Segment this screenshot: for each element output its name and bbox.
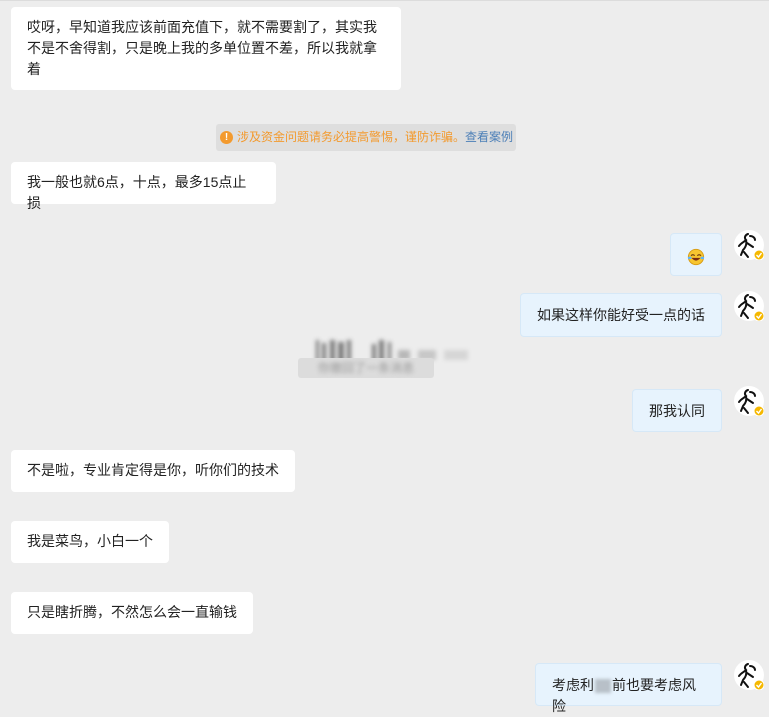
warning-icon: !: [220, 131, 233, 144]
message-bubble-sent[interactable]: [670, 233, 722, 276]
message-bubble-sent[interactable]: 如果这样你能好受一点的话: [520, 293, 722, 337]
user-avatar[interactable]: [734, 291, 764, 321]
redacted-text: [595, 679, 611, 694]
view-cases-link[interactable]: 查看案例: [465, 130, 513, 144]
system-recall-tip: 你撤回了一条消息: [298, 358, 434, 378]
message-text: 哎呀，早知道我应该前面充值下，就不需要割了，其实我不是不舍得割，只是晚上我的多单…: [27, 19, 377, 77]
message-text: 那我认同: [649, 403, 705, 419]
message-text: 我是菜鸟，小白一个: [27, 533, 153, 549]
top-divider: [0, 0, 769, 1]
message-bubble-received[interactable]: 我是菜鸟，小白一个: [11, 521, 169, 563]
message-text: 只是瞎折腾，不然怎么会一直输钱: [27, 604, 237, 620]
recall-tip-text: 你撤回了一条消息: [317, 361, 414, 375]
message-text-start: 考虑利: [552, 677, 594, 693]
security-notice: ! 涉及资金问题请务必提高警惕，谨防诈骗。查看案例: [216, 124, 516, 151]
message-bubble-sent[interactable]: 那我认同: [632, 389, 722, 432]
message-text: 如果这样你能好受一点的话: [537, 307, 705, 323]
message-bubble-received[interactable]: 哎呀，早知道我应该前面充值下，就不需要割了，其实我不是不舍得割，只是晚上我的多单…: [11, 7, 401, 90]
notice-text: 涉及资金问题请务必提高警惕，谨防诈骗。: [237, 130, 466, 144]
message-bubble-received[interactable]: 只是瞎折腾，不然怎么会一直输钱: [11, 592, 253, 634]
message-bubble-received[interactable]: 我一般也就6点，十点，最多15点止损: [11, 162, 276, 211]
message-bubble-received[interactable]: 不是啦，专业肯定得是你，听你们的技术: [11, 450, 295, 492]
message-text: 我一般也就6点，十点，最多15点止损: [27, 174, 247, 211]
user-avatar[interactable]: [734, 386, 764, 416]
user-avatar[interactable]: [734, 660, 764, 690]
message-text: 不是啦，专业肯定得是你，听你们的技术: [27, 462, 279, 478]
user-avatar[interactable]: [734, 230, 764, 260]
message-bubble-sent[interactable]: 考虑利 前也要考虑风险: [535, 663, 722, 714]
laughing-crying-emoji-icon: [687, 248, 705, 266]
